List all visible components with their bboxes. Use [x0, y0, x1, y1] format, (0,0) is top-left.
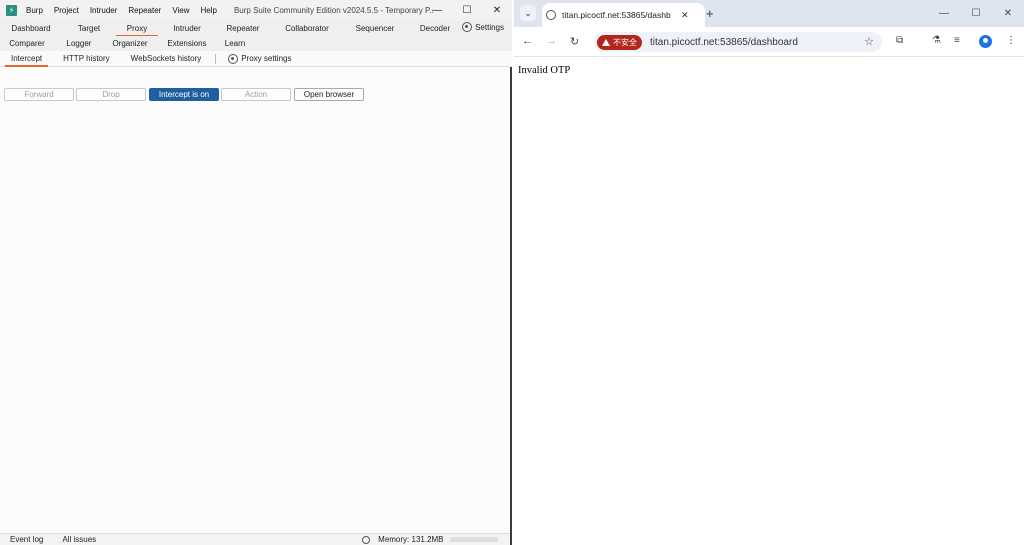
- close-icon[interactable]: ✕: [482, 0, 512, 21]
- menu-kebab-icon[interactable]: ⋮: [1006, 35, 1016, 46]
- burp-menubar: Burp Project Intruder Repeater View Help: [26, 6, 228, 15]
- tab-repeater[interactable]: Repeater: [216, 21, 270, 36]
- tab-learn[interactable]: Learn: [218, 36, 252, 51]
- new-tab-icon[interactable]: +: [706, 6, 714, 21]
- forward-button[interactable]: Forward: [4, 88, 74, 101]
- main-tabs-row-1: Dashboard Target Proxy Intruder Repeater…: [0, 21, 512, 37]
- close-icon[interactable]: ✕: [992, 0, 1024, 27]
- proxy-settings-button[interactable]: Proxy settings: [228, 53, 292, 64]
- burp-suite-window: ⚡ Burp Project Intruder Repeater View He…: [0, 0, 512, 545]
- subtab-intercept[interactable]: Intercept: [4, 54, 49, 67]
- globe-icon: [546, 10, 556, 20]
- clock-icon: [362, 535, 371, 544]
- drop-button[interactable]: Drop: [76, 88, 146, 101]
- menu-intruder[interactable]: Intruder: [90, 6, 118, 15]
- menu-help[interactable]: Help: [201, 6, 217, 15]
- page-message: Invalid OTP: [518, 65, 571, 76]
- menu-view[interactable]: View: [172, 6, 189, 15]
- extensions-icon[interactable]: ⧉: [896, 35, 903, 46]
- all-issues-link[interactable]: All issues: [62, 535, 96, 544]
- lab-flask-icon[interactable]: ⚗: [932, 35, 941, 46]
- browser-window: ⌄ titan.picoctf.net:53865/dashb ✕ + — ☐ …: [514, 0, 1024, 545]
- tab-sequencer[interactable]: Sequencer: [344, 21, 406, 36]
- gear-icon: [228, 53, 239, 64]
- tab-organizer[interactable]: Organizer: [104, 36, 156, 51]
- address-bar[interactable]: 不安全 titan.picoctf.net:53865/dashboard ☆: [594, 32, 882, 52]
- burp-status-bar: Event log All issues Memory: 131.2MB: [0, 533, 510, 545]
- tab-search-icon[interactable]: ⌄: [520, 5, 536, 21]
- proxy-settings-label: Proxy settings: [241, 54, 292, 63]
- warning-icon: [602, 38, 610, 46]
- tab-close-icon[interactable]: ✕: [681, 10, 689, 21]
- intercept-toggle-button[interactable]: Intercept is on: [149, 88, 219, 101]
- gear-icon: [462, 22, 473, 32]
- proxy-sub-tabs: Intercept HTTP history WebSockets histor…: [0, 51, 512, 67]
- reload-icon[interactable]: ↻: [570, 35, 579, 48]
- browser-tab-strip: ⌄ titan.picoctf.net:53865/dashb ✕ + — ☐ …: [514, 0, 1024, 27]
- subtab-divider: [215, 53, 217, 64]
- subtab-websockets-history[interactable]: WebSockets history: [131, 54, 202, 63]
- tab-target[interactable]: Target: [62, 21, 116, 36]
- burp-window-controls: — ☐ ✕: [422, 0, 512, 21]
- browser-tab[interactable]: titan.picoctf.net:53865/dashb ✕: [542, 3, 705, 27]
- tab-proxy[interactable]: Proxy: [116, 21, 158, 37]
- settings-label: Settings: [475, 22, 504, 32]
- menu-project[interactable]: Project: [54, 6, 79, 15]
- main-tabs-row-2: Comparer Logger Organizer Extensions Lea…: [0, 36, 512, 51]
- forward-icon[interactable]: →: [546, 35, 557, 47]
- browser-toolbar: ← → ↻ 不安全 titan.picoctf.net:53865/dashbo…: [514, 27, 1024, 57]
- security-label: 不安全: [613, 37, 637, 47]
- browser-tab-title: titan.picoctf.net:53865/dashb: [562, 10, 671, 20]
- window-title: Burp Suite Community Edition v2024.5.5 -…: [233, 6, 434, 15]
- memory-usage-bar: [450, 537, 498, 542]
- memory-label: Memory: 131.2MB: [378, 535, 444, 544]
- action-button[interactable]: Action: [221, 88, 291, 101]
- burp-titlebar: ⚡ Burp Project Intruder Repeater View He…: [0, 0, 512, 21]
- tab-logger[interactable]: Logger: [54, 36, 104, 51]
- profile-avatar-icon[interactable]: [979, 35, 992, 48]
- bookmark-star-icon[interactable]: ☆: [864, 35, 874, 48]
- minimize-icon[interactable]: —: [928, 0, 960, 27]
- maximize-icon[interactable]: ☐: [452, 0, 482, 21]
- event-log-link[interactable]: Event log: [10, 535, 43, 544]
- open-browser-button[interactable]: Open browser: [294, 88, 364, 101]
- tab-decoder[interactable]: Decoder: [406, 21, 464, 36]
- tab-extensions[interactable]: Extensions: [156, 36, 218, 51]
- security-chip[interactable]: 不安全: [597, 34, 642, 50]
- maximize-icon[interactable]: ☐: [960, 0, 992, 27]
- subtab-http-history[interactable]: HTTP history: [63, 54, 110, 63]
- tab-dashboard[interactable]: Dashboard: [0, 21, 62, 36]
- back-icon[interactable]: ←: [522, 35, 533, 47]
- media-controls-icon[interactable]: ≡: [954, 35, 960, 46]
- burp-logo-icon: ⚡: [6, 5, 17, 16]
- tab-comparer[interactable]: Comparer: [0, 36, 54, 51]
- menu-repeater[interactable]: Repeater: [128, 6, 161, 15]
- minimize-icon[interactable]: —: [422, 0, 452, 21]
- tab-collaborator[interactable]: Collaborator: [270, 21, 344, 36]
- menu-burp[interactable]: Burp: [26, 6, 43, 15]
- tab-intruder[interactable]: Intruder: [158, 21, 216, 36]
- settings-button[interactable]: Settings: [462, 22, 504, 32]
- browser-window-controls: — ☐ ✕: [928, 0, 1024, 27]
- url-text[interactable]: titan.picoctf.net:53865/dashboard: [650, 37, 798, 48]
